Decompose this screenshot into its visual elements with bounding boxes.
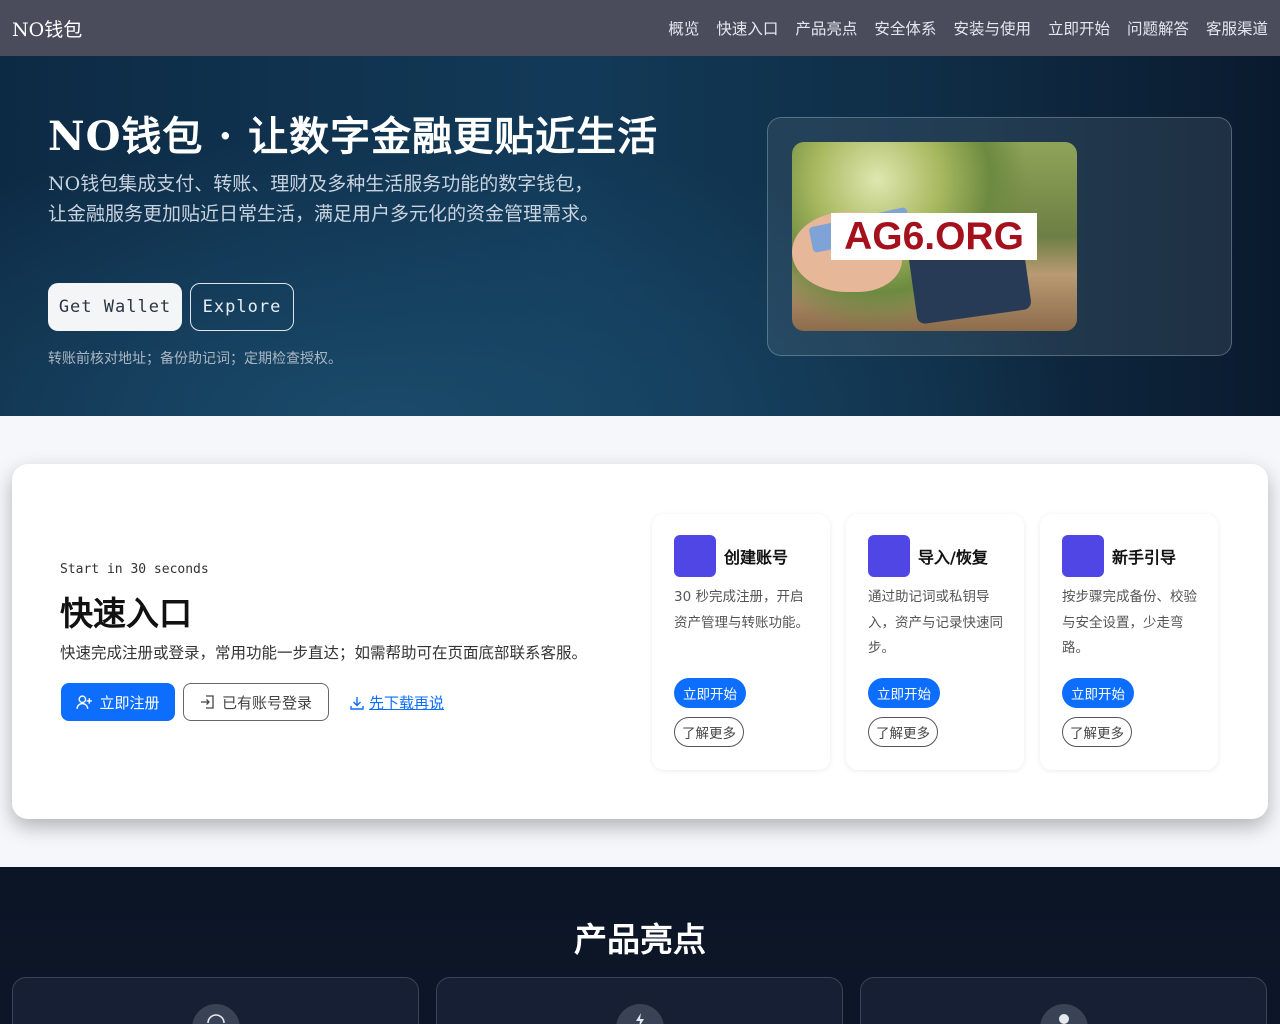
feature-start-button[interactable]: 立即开始	[868, 678, 940, 708]
feature-description: 通过助记词或私钥导入，资产与记录快速同步。	[868, 589, 1003, 656]
user-icon	[1039, 1004, 1088, 1024]
nav-link-quick-entry[interactable]: 快速入口	[716, 17, 778, 39]
feature-description: 30 秒完成注册，开启资产管理与转账功能。	[674, 589, 809, 631]
feature-card-guide: 新手引导 按步骤完成备份、校验与安全设置，少走弯路。 立即开始 了解更多	[1040, 514, 1218, 770]
nav-links: 概览 快速入口 产品亮点 安全体系 安装与使用 立即开始 问题解答 客服渠道	[668, 17, 1268, 39]
highlight-card	[12, 977, 419, 1024]
quick-entry-eyebrow: Start in 30 seconds	[60, 562, 209, 577]
feature-title: 导入/恢复	[918, 548, 988, 567]
hero-image: AG6.ORG	[792, 142, 1077, 331]
login-icon	[200, 695, 214, 709]
nav-link-start[interactable]: 立即开始	[1048, 17, 1110, 39]
feature-icon	[1062, 535, 1104, 577]
highlights-title: 产品亮点	[574, 920, 706, 959]
nav-link-install[interactable]: 安装与使用	[953, 17, 1031, 39]
download-link-label: 先下载再说	[369, 694, 445, 712]
download-icon	[350, 696, 364, 710]
download-link[interactable]: 先下载再说	[349, 692, 444, 713]
feature-learn-more-button[interactable]: 了解更多	[674, 717, 744, 747]
quick-entry-section: Start in 30 seconds 快速入口 快速完成注册或登录，常用功能一…	[12, 464, 1268, 819]
user-plus-icon	[76, 694, 93, 709]
feature-icon	[868, 535, 910, 577]
highlights-section: 产品亮点	[0, 867, 1280, 1024]
register-button-label: 立即注册	[99, 693, 160, 712]
top-nav: NO钱包 概览 快速入口 产品亮点 安全体系 安装与使用 立即开始 问题解答 客…	[0, 0, 1280, 56]
quick-entry-description: 快速完成注册或登录，常用功能一步直达；如需帮助可在页面底部联系客服。	[60, 644, 588, 662]
login-button-label: 已有账号登录	[221, 693, 312, 712]
feature-start-button[interactable]: 立即开始	[674, 678, 746, 708]
nav-link-support[interactable]: 客服渠道	[1206, 17, 1268, 39]
feature-learn-more-button[interactable]: 了解更多	[1062, 717, 1132, 747]
highlight-card	[436, 977, 843, 1024]
feature-description: 按步骤完成备份、校验与安全设置，少走弯路。	[1062, 589, 1197, 656]
highlight-card	[860, 977, 1267, 1024]
brand-logo[interactable]: NO钱包	[12, 15, 82, 42]
login-button[interactable]: 已有账号登录	[183, 683, 329, 721]
shield-icon	[191, 1004, 240, 1024]
explore-button[interactable]: Explore	[190, 283, 294, 331]
hero-description: NO钱包集成支付、转账、理财及多种生活服务功能的数字钱包，让金融服务更加贴近日常…	[48, 173, 600, 225]
nav-link-security[interactable]: 安全体系	[874, 17, 936, 39]
feature-title: 创建账号	[724, 548, 789, 567]
feature-card-import: 导入/恢复 通过助记词或私钥导入，资产与记录快速同步。 立即开始 了解更多	[846, 514, 1024, 770]
feature-icon	[674, 535, 716, 577]
quick-entry-title: 快速入口	[60, 594, 192, 633]
get-wallet-button[interactable]: Get Wallet	[48, 283, 182, 331]
register-button[interactable]: 立即注册	[61, 683, 175, 721]
nav-link-faq[interactable]: 问题解答	[1127, 17, 1189, 39]
lightning-icon	[615, 1004, 664, 1024]
feature-title: 新手引导	[1112, 548, 1177, 567]
hero-section: NO钱包 · 让数字金融更贴近生活 NO钱包集成支付、转账、理财及多种生活服务功…	[0, 56, 1280, 416]
hero-image-card: AG6.ORG	[767, 117, 1232, 356]
feature-learn-more-button[interactable]: 了解更多	[868, 717, 938, 747]
feature-start-button[interactable]: 立即开始	[1062, 678, 1134, 708]
nav-link-highlights[interactable]: 产品亮点	[795, 17, 857, 39]
feature-card-create: 创建账号 30 秒完成注册，开启资产管理与转账功能。 立即开始 了解更多	[652, 514, 830, 770]
image-watermark: AG6.ORG	[831, 213, 1037, 260]
nav-link-overview[interactable]: 概览	[668, 17, 699, 39]
hero-title: NO钱包 · 让数字金融更贴近生活	[48, 113, 659, 160]
hero-safety-tip: 转账前核对地址；备份助记词；定期检查授权。	[48, 351, 342, 367]
